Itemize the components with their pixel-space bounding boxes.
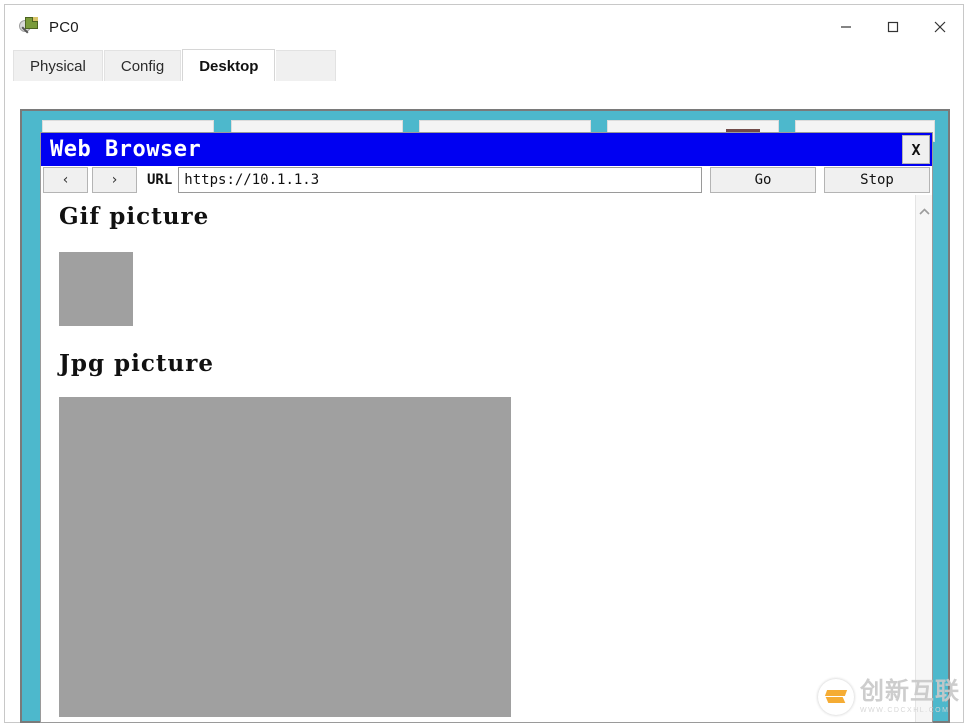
browser-title: Web Browser bbox=[50, 137, 202, 162]
tab-strip-filler bbox=[276, 50, 337, 82]
browser-body: Gif picture Jpg picture bbox=[41, 195, 932, 722]
browser-close-button[interactable]: X bbox=[902, 135, 930, 164]
desktop-panel: Web Browser X ‹ › URL https://10.1.1.3 G… bbox=[20, 109, 950, 723]
minimize-button[interactable] bbox=[822, 5, 869, 49]
heading-jpg-picture: Jpg picture bbox=[59, 350, 214, 377]
maximize-icon bbox=[887, 21, 898, 33]
window-frame: PC0 Physical Config Desktop Web Browser … bbox=[4, 4, 964, 723]
app-root: PC0 Physical Config Desktop Web Browser … bbox=[0, 0, 968, 723]
forward-button[interactable]: › bbox=[92, 167, 137, 193]
tab-desktop-label: Desktop bbox=[199, 57, 259, 75]
jpg-image-placeholder bbox=[59, 397, 511, 717]
heading-gif-picture: Gif picture bbox=[59, 203, 210, 230]
url-label: URL bbox=[147, 172, 173, 188]
gif-image-placeholder bbox=[59, 252, 133, 326]
close-icon bbox=[934, 21, 945, 33]
browser-titlebar: Web Browser X bbox=[41, 133, 932, 166]
scroll-up-button[interactable] bbox=[916, 203, 933, 220]
window-controls bbox=[822, 5, 963, 49]
page-scrollbar[interactable] bbox=[915, 195, 932, 722]
maximize-button[interactable] bbox=[869, 5, 916, 49]
tab-physical[interactable]: Physical bbox=[13, 50, 103, 82]
window-title: PC0 bbox=[49, 18, 79, 36]
minimize-icon bbox=[840, 26, 851, 28]
page-content: Gif picture Jpg picture bbox=[41, 195, 915, 722]
window-titlebar: PC0 bbox=[5, 5, 963, 49]
tab-physical-label: Physical bbox=[30, 58, 86, 75]
web-browser-window: Web Browser X ‹ › URL https://10.1.1.3 G… bbox=[40, 132, 933, 723]
browser-toolbar: ‹ › URL https://10.1.1.3 Go Stop bbox=[41, 166, 932, 195]
tab-config-label: Config bbox=[120, 58, 165, 75]
chevron-up-icon bbox=[918, 207, 930, 215]
packet-tracer-device-icon bbox=[19, 17, 39, 37]
close-button[interactable] bbox=[916, 5, 963, 49]
tab-strip: Physical Config Desktop bbox=[5, 49, 963, 82]
tab-config[interactable]: Config bbox=[103, 50, 182, 82]
stop-button[interactable]: Stop bbox=[824, 167, 930, 193]
back-button[interactable]: ‹ bbox=[43, 167, 88, 193]
go-button[interactable]: Go bbox=[710, 167, 816, 193]
tab-desktop[interactable]: Desktop bbox=[182, 49, 276, 82]
url-input[interactable]: https://10.1.1.3 bbox=[178, 167, 702, 193]
